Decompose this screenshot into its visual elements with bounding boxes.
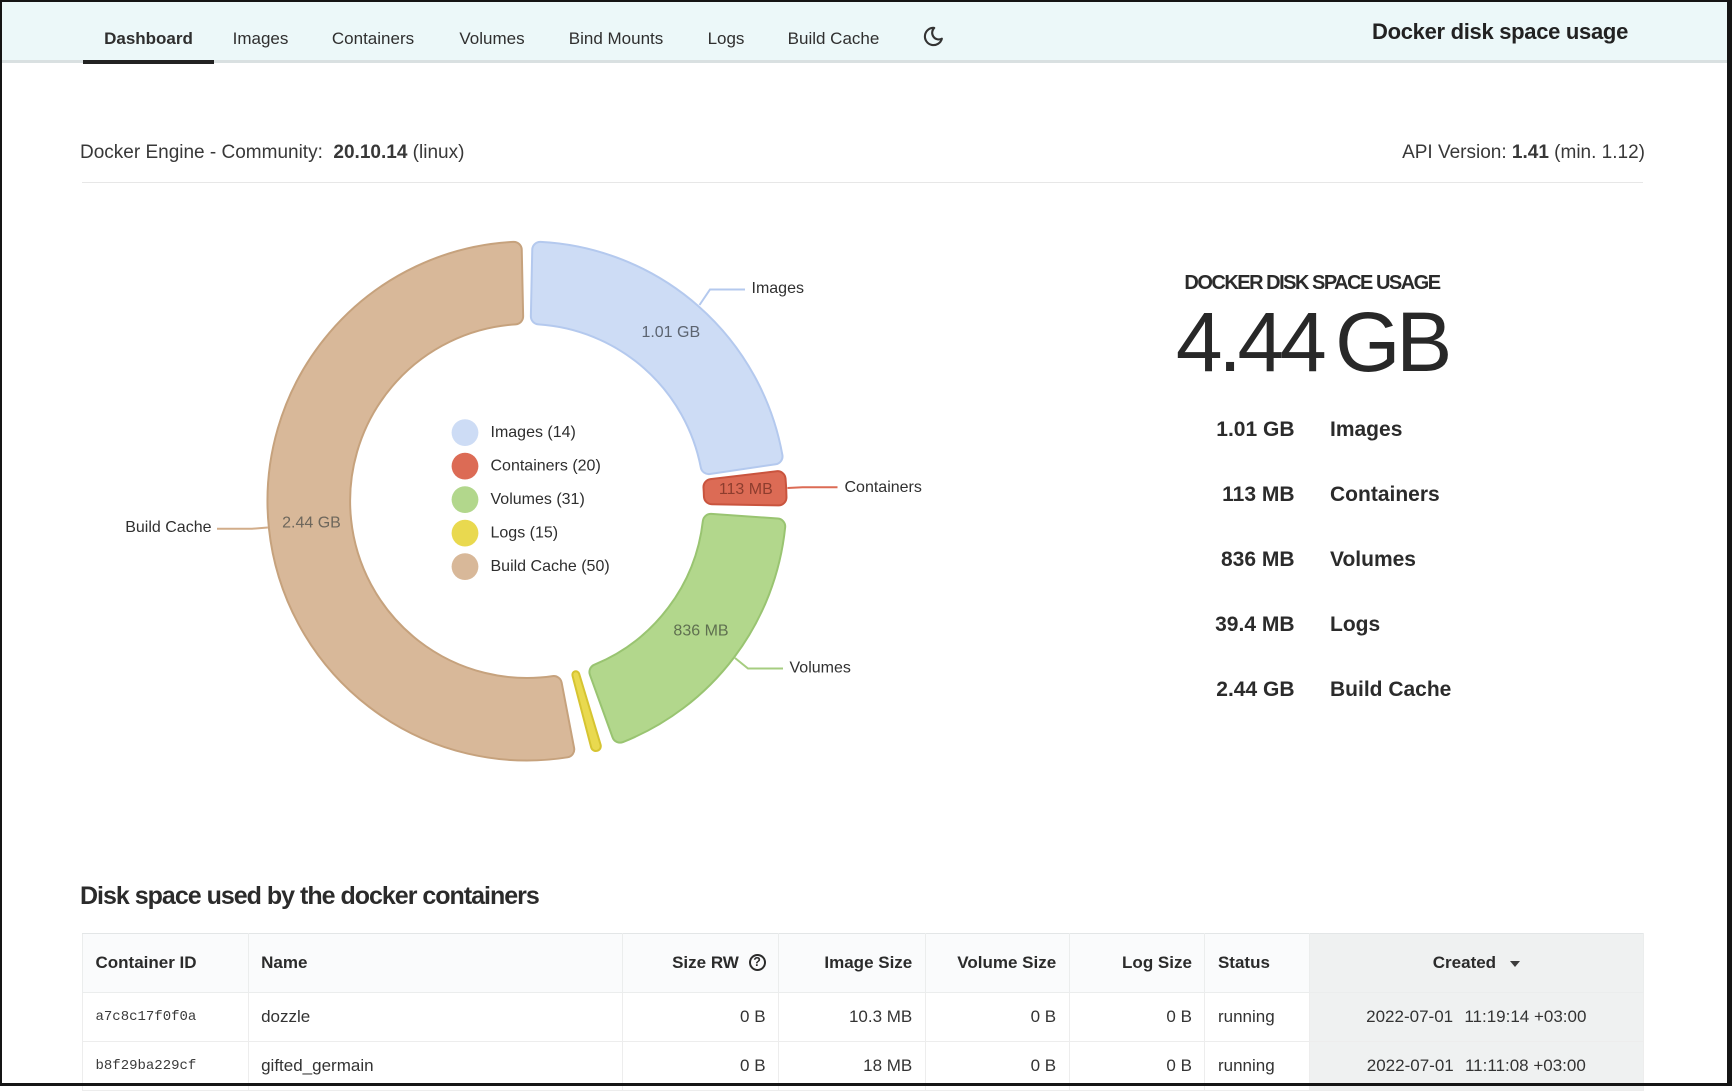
svg-text:Logs (15): Logs (15) [491,525,559,542]
svg-text:113 MB: 113 MB [719,481,773,498]
svg-text:2.44 GB: 2.44 GB [282,515,341,532]
svg-text:Build Cache: Build Cache [125,519,211,536]
svg-text:Volumes (31): Volumes (31) [491,491,585,508]
svg-text:Volumes: Volumes [790,660,851,677]
svg-text:Containers: Containers [845,479,922,496]
svg-text:Containers (20): Containers (20) [491,458,601,475]
svg-text:836 MB: 836 MB [673,622,728,639]
svg-text:Images: Images [752,280,804,297]
svg-text:Build Cache (50): Build Cache (50) [491,558,610,575]
svg-text:Images (14): Images (14) [491,424,576,441]
svg-text:1.01 GB: 1.01 GB [641,324,700,341]
